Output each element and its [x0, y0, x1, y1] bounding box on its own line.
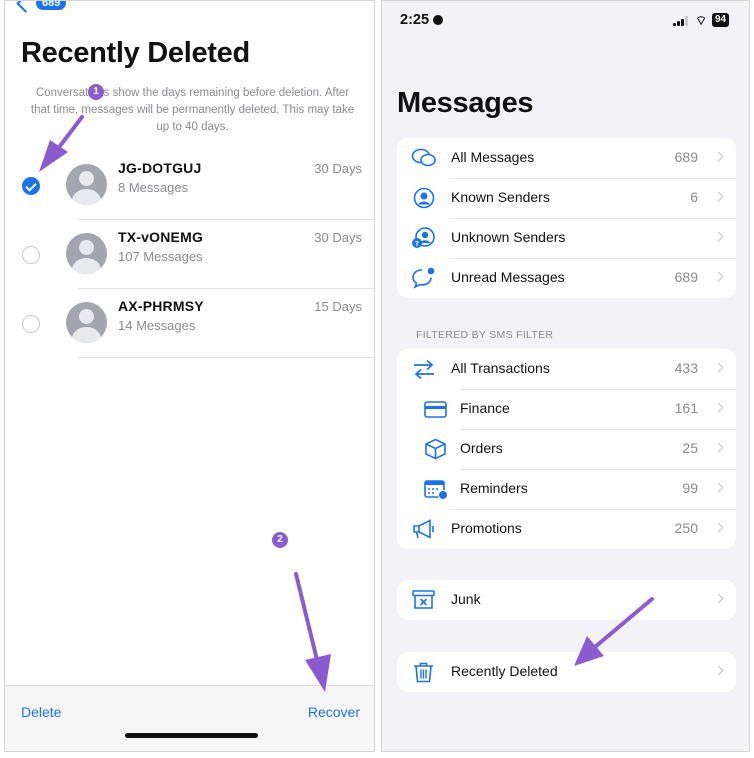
messages-filters-screen: 2:25 ⌔ 94 Messages All Messages 689 Know…: [381, 0, 750, 752]
filter-promotions[interactable]: Promotions 250: [397, 509, 736, 549]
filter-label: Junk: [451, 591, 481, 607]
filter-orders[interactable]: Orders 25: [397, 429, 736, 469]
recently-deleted-screen: 689 Recently Deleted Conversations show …: [4, 0, 375, 752]
filter-label: Known Senders: [451, 189, 550, 205]
calendar-icon: [424, 480, 448, 500]
card-icon: [424, 401, 447, 418]
chevron-right-icon: [713, 522, 724, 533]
selection-checkbox[interactable]: [22, 246, 40, 264]
chevron-right-icon: [713, 191, 724, 202]
filter-label: Unknown Senders: [451, 229, 566, 245]
battery-indicator: 94: [712, 13, 730, 27]
home-indicator: [125, 733, 258, 738]
conversation-row[interactable]: TX-vONEMG 107 Messages 30 Days: [5, 220, 374, 288]
sender-name: JG-DOTGUJ: [118, 160, 202, 176]
section-header: FILTERED BY SMS FILTER: [416, 329, 554, 341]
filter-count: 689: [674, 269, 698, 285]
filter-all-transactions[interactable]: All Transactions 433: [397, 349, 736, 389]
person-question-icon: ?: [412, 227, 435, 248]
page-title: Recently Deleted: [21, 37, 250, 69]
filter-label: Orders: [460, 440, 503, 456]
filter-all-messages[interactable]: All Messages 689: [397, 138, 736, 178]
days-remaining: 30 Days: [314, 230, 362, 245]
filter-label: Recently Deleted: [451, 663, 558, 679]
filter-unknown-senders[interactable]: ? Unknown Senders: [397, 218, 736, 258]
avatar: [66, 233, 107, 274]
back-button[interactable]: 689: [15, 1, 67, 13]
chevron-right-icon: [713, 271, 724, 282]
filter-label: Promotions: [451, 520, 522, 536]
selection-checkbox[interactable]: [22, 315, 40, 333]
sender-name: AX-PHRMSY: [118, 298, 204, 314]
filter-label: All Transactions: [451, 360, 550, 376]
junk-box-icon: [412, 590, 435, 609]
main-filters-group: All Messages 689 Known Senders 6 ? Unkno…: [397, 138, 736, 298]
speech-bubbles-icon: [411, 148, 436, 167]
avatar: [66, 302, 107, 343]
filter-count: 99: [682, 480, 698, 496]
message-count: 107 Messages: [118, 249, 203, 264]
chevron-right-icon: [713, 402, 724, 413]
filter-known-senders[interactable]: Known Senders 6: [397, 178, 736, 218]
filter-reminders[interactable]: Reminders 99: [397, 469, 736, 509]
sender-name: TX-vONEMG: [118, 229, 204, 245]
step-1-marker: 1: [88, 84, 104, 100]
chevron-right-icon: [713, 482, 724, 493]
filter-count: 250: [674, 520, 698, 536]
recover-button[interactable]: Recover: [308, 704, 360, 720]
filter-count: 689: [674, 149, 698, 165]
filter-label: All Messages: [451, 149, 535, 165]
transfer-arrows-icon: [414, 359, 434, 380]
chevron-right-icon: [713, 362, 724, 373]
trash-icon: [414, 662, 433, 683]
filter-count: 6: [690, 189, 698, 205]
selection-checkbox-checked[interactable]: [22, 177, 40, 195]
chevron-right-icon: [713, 231, 724, 242]
page-title: Messages: [397, 87, 534, 119]
deletion-info-text: Conversations show the days remaining be…: [30, 87, 355, 133]
location-icon: [433, 15, 444, 25]
wifi-icon: ⌔: [695, 13, 708, 28]
filter-label: Finance: [460, 400, 510, 416]
message-count: 14 Messages: [118, 318, 196, 333]
megaphone-icon: [413, 519, 434, 539]
recently-deleted-group: Recently Deleted: [397, 652, 736, 692]
avatar: [66, 164, 107, 205]
step-2-marker: 2: [272, 532, 288, 548]
back-count-badge: 689: [36, 1, 67, 10]
conversation-row[interactable]: JG-DOTGUJ 8 Messages 30 Days: [5, 151, 374, 219]
conversation-row[interactable]: AX-PHRMSY 14 Messages 15 Days: [5, 289, 374, 357]
junk-group: Junk: [397, 580, 736, 620]
svg-text:?: ?: [415, 240, 419, 248]
filter-count: 25: [682, 440, 698, 456]
filter-recently-deleted[interactable]: Recently Deleted: [397, 652, 736, 692]
filter-count: 433: [674, 360, 698, 376]
message-count: 8 Messages: [118, 180, 189, 195]
sms-filter-group: All Transactions 433 Finance 161 Orders …: [397, 349, 736, 549]
chevron-right-icon: [713, 151, 724, 162]
unread-bubble-icon: [412, 267, 435, 289]
filter-junk[interactable]: Junk: [397, 580, 736, 620]
cellular-signal-icon: [673, 16, 689, 26]
chevron-right-icon: [713, 665, 724, 676]
chevron-right-icon: [713, 442, 724, 453]
filter-label: Unread Messages: [451, 269, 565, 285]
person-circle-icon: [413, 187, 435, 209]
days-remaining: 30 Days: [314, 161, 362, 176]
days-remaining: 15 Days: [314, 299, 362, 314]
box-icon: [425, 438, 446, 460]
filter-finance[interactable]: Finance 161: [397, 389, 736, 429]
filter-unread-messages[interactable]: Unread Messages 689: [397, 258, 736, 298]
chevron-right-icon: [713, 593, 724, 604]
delete-button[interactable]: Delete: [21, 704, 61, 720]
filter-count: 161: [674, 400, 698, 416]
status-time: 2:25: [400, 12, 444, 28]
bottom-toolbar: Delete Recover: [5, 685, 374, 751]
chevron-left-icon: [16, 1, 35, 13]
filter-label: Reminders: [460, 480, 528, 496]
row-divider: [78, 357, 374, 358]
